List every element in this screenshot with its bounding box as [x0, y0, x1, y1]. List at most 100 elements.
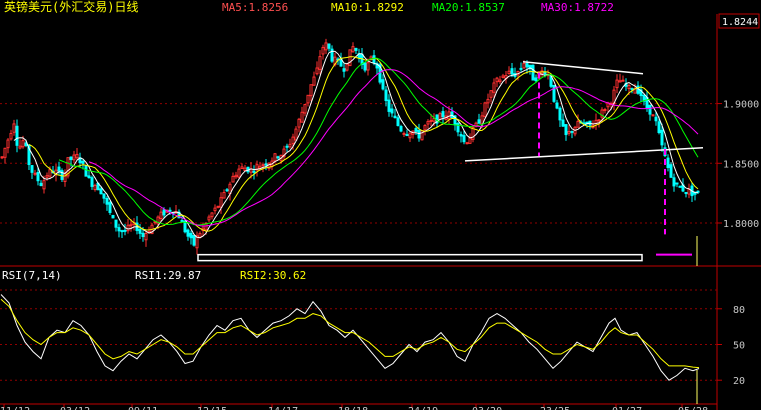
- candle-body: [459, 134, 463, 137]
- candle-body: [192, 235, 196, 246]
- candle-body: [129, 224, 133, 227]
- candle-body: [69, 156, 73, 161]
- candle-body: [321, 46, 325, 55]
- candle-body: [42, 180, 46, 190]
- candle-body: [216, 205, 220, 208]
- candle-body: [294, 128, 298, 141]
- candle-body: [651, 114, 655, 117]
- ma5-legend: MA5:1.8256: [222, 1, 288, 14]
- forex-chart: 英镑美元(外汇交易)日线 MA5:1.8256 MA10:1.8292 MA20…: [0, 0, 761, 410]
- candle-body: [543, 71, 547, 75]
- candle-body: [276, 156, 280, 159]
- candle-body: [372, 55, 376, 64]
- candle-body: [162, 209, 166, 216]
- candle-body: [237, 168, 241, 178]
- candle-body: [363, 62, 367, 71]
- candle-body: [261, 164, 265, 167]
- candle-body: [141, 232, 145, 238]
- candle-body: [72, 154, 76, 161]
- candle-body: [684, 191, 688, 194]
- candle-body: [666, 157, 670, 168]
- candle-body: [555, 102, 559, 109]
- candle-body: [33, 172, 37, 175]
- candle-body: [219, 197, 223, 208]
- candle-body: [561, 119, 565, 127]
- candle-body: [123, 229, 127, 232]
- candle-body: [621, 79, 625, 82]
- candle-body: [348, 49, 352, 67]
- date-tick-label: 12/15: [197, 406, 227, 410]
- candle-body: [138, 228, 142, 234]
- candle-body: [105, 197, 109, 205]
- candle-body: [288, 143, 292, 148]
- candle-body: [120, 230, 124, 233]
- candle-body: [111, 214, 115, 219]
- candle-body: [603, 108, 607, 111]
- candle-body: [210, 212, 214, 218]
- candle-body: [30, 165, 34, 173]
- candle-body: [6, 139, 10, 149]
- candle-body: [306, 94, 310, 104]
- candle-body: [597, 119, 601, 122]
- candle-body: [99, 188, 103, 195]
- date-tick-label: 11/12: [0, 406, 30, 410]
- candle-body: [630, 88, 634, 91]
- candle-body: [3, 147, 7, 158]
- candle-body: [15, 125, 19, 146]
- candle-body: [108, 202, 112, 213]
- candle-body: [21, 140, 25, 148]
- candle-body: [390, 108, 394, 114]
- candle-body: [186, 229, 190, 237]
- candle-body: [489, 90, 493, 98]
- candle-body: [213, 207, 217, 212]
- candle-body: [447, 111, 451, 120]
- candle-body: [660, 129, 664, 146]
- candle-body: [240, 166, 244, 169]
- rsi2-label: RSI2:30.62: [240, 269, 306, 282]
- candle-body: [567, 131, 571, 134]
- date-tick-label: 23/25: [540, 406, 570, 410]
- candle-body: [168, 209, 172, 212]
- candle-body: [576, 120, 580, 128]
- candle-body: [492, 82, 496, 93]
- candle-body: [696, 190, 700, 193]
- candle-body: [327, 43, 331, 49]
- candle-body: [285, 145, 289, 148]
- candle-body: [342, 68, 346, 72]
- ma30-line: [88, 69, 699, 227]
- last-price-label: 1.8244: [722, 17, 758, 28]
- candle-body: [207, 216, 211, 221]
- candle-body: [234, 174, 238, 178]
- candle-body: [498, 79, 502, 83]
- rsi-tick-label: 20: [733, 376, 745, 387]
- candle-body: [522, 63, 526, 69]
- chart-title: 英镑美元(外汇交易)日线: [4, 0, 138, 14]
- candle-body: [501, 75, 505, 78]
- candle-body: [345, 63, 349, 71]
- candle-body: [9, 132, 13, 140]
- candle-body: [114, 219, 118, 228]
- candle-body: [303, 104, 307, 114]
- candle-body: [675, 182, 679, 185]
- ma20-line: [58, 57, 699, 226]
- candle-body: [672, 177, 676, 187]
- candle-body: [531, 64, 535, 81]
- candle-body: [519, 67, 523, 70]
- date-tick-label: 09/11: [128, 406, 158, 410]
- candle-body: [477, 119, 481, 124]
- candle-body: [483, 102, 487, 117]
- support-box: [197, 253, 643, 262]
- candle-body: [399, 125, 403, 132]
- candle-body: [402, 132, 406, 135]
- candle-body: [423, 125, 427, 131]
- candle-body: [387, 99, 391, 112]
- candle-body: [315, 67, 319, 75]
- candle-body: [264, 163, 268, 166]
- price-tick-label: 1.8000: [723, 219, 759, 230]
- candle-body: [486, 98, 490, 104]
- candle-body: [426, 121, 430, 125]
- candle-body: [273, 153, 277, 162]
- candle-body: [12, 123, 16, 133]
- candle-body: [252, 170, 256, 173]
- candle-body: [654, 116, 658, 122]
